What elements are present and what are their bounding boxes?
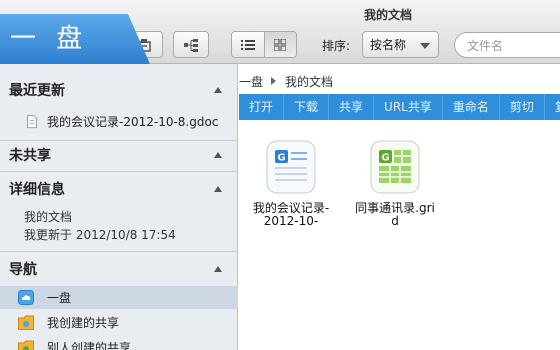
chevron-down-icon xyxy=(420,43,430,49)
search-placeholder: 文件名 xyxy=(467,38,504,53)
sort-label: 排序: xyxy=(322,39,351,53)
nav-item-label: 一盘 xyxy=(47,291,72,305)
collapse-icon[interactable] xyxy=(214,87,222,93)
collapse-icon[interactable] xyxy=(214,266,222,272)
collapse-icon[interactable] xyxy=(214,186,222,192)
details-folder-name: 我的文档 xyxy=(24,210,73,224)
url-share-button[interactable]: URL共享 xyxy=(374,94,443,120)
copy-button[interactable]: 复 xyxy=(545,94,560,120)
list-icon xyxy=(240,39,255,50)
search-input[interactable]: 文件名 xyxy=(454,32,560,58)
cloud-icon xyxy=(18,290,34,305)
action-bar: 打开 下载 共享 URL共享 重命名 剪切 复 xyxy=(239,94,560,120)
section-unshared-header[interactable]: 未共享 xyxy=(0,143,238,167)
window-title: 我的文档 xyxy=(363,8,412,22)
svg-text:G: G xyxy=(277,153,285,164)
shared-folder-icon xyxy=(18,315,34,330)
app-logo[interactable]: 一 盘 xyxy=(0,14,150,64)
cut-button[interactable]: 剪切 xyxy=(500,94,545,120)
grid-view-button[interactable] xyxy=(263,32,296,57)
tree-icon xyxy=(184,38,198,52)
section-recent-title: 最近更新 xyxy=(9,83,65,99)
sidebar: 最近更新 我的会议记录-2012-10-8.gdoc 未共享 详细信息 我的文档… xyxy=(0,64,238,350)
divider xyxy=(0,251,238,252)
divider xyxy=(0,171,238,172)
file-name-line2: 2012-10- xyxy=(263,214,319,228)
recent-item[interactable]: 我的会议记录-2012-10-8.gdoc xyxy=(0,110,238,133)
collapse-icon[interactable] xyxy=(214,152,222,158)
divider xyxy=(0,140,238,141)
recent-item-label: 我的会议记录-2012-10-8.gdoc xyxy=(47,115,219,129)
nav-item-yipan[interactable]: 一盘 xyxy=(0,286,238,309)
file-name-line2: d xyxy=(391,214,399,228)
grid-icon xyxy=(274,38,287,51)
sort-select[interactable]: 按名称 xyxy=(362,31,439,58)
nav-item-label: 我创建的共享 xyxy=(47,316,120,330)
nav-item-others-shares[interactable]: 别人创建的共享 xyxy=(0,336,238,350)
section-nav-title: 导航 xyxy=(9,262,37,278)
list-view-button[interactable] xyxy=(232,32,264,57)
view-mode-toggle xyxy=(231,31,297,58)
section-nav-header[interactable]: 导航 xyxy=(0,257,238,281)
download-button[interactable]: 下载 xyxy=(284,94,330,120)
document-icon xyxy=(27,114,37,129)
share-button[interactable]: 共享 xyxy=(329,94,375,120)
shared-folder-icon xyxy=(18,340,34,350)
section-details-header[interactable]: 详细信息 xyxy=(0,177,238,201)
section-details-title: 详细信息 xyxy=(9,182,65,198)
svg-text:G: G xyxy=(381,153,389,164)
sort-select-value: 按名称 xyxy=(370,38,407,52)
breadcrumb-root[interactable]: 一盘 xyxy=(239,73,263,90)
nav-item-my-shares[interactable]: 我创建的共享 xyxy=(0,311,238,334)
section-recent-header[interactable]: 最近更新 xyxy=(0,78,238,102)
nav-item-label: 别人创建的共享 xyxy=(47,341,132,350)
breadcrumb-current[interactable]: 我的文档 xyxy=(285,73,333,90)
open-button[interactable]: 打开 xyxy=(239,94,285,120)
section-unshared-title: 未共享 xyxy=(9,148,51,164)
rename-button[interactable]: 重命名 xyxy=(443,94,500,120)
chevron-right-icon xyxy=(271,77,277,85)
tree-view-button[interactable] xyxy=(173,31,209,58)
gdoc-document-icon: G xyxy=(266,140,316,194)
breadcrumb: 一盘 我的文档 xyxy=(239,70,333,92)
grid-spreadsheet-icon: G xyxy=(370,140,420,194)
file-item[interactable]: G 我的会议记录- 2012-10- xyxy=(241,140,341,228)
details-updated: 我更新于 2012/10/8 17:54 xyxy=(24,228,176,242)
file-item[interactable]: G 同事通讯录.gri d xyxy=(345,140,445,228)
